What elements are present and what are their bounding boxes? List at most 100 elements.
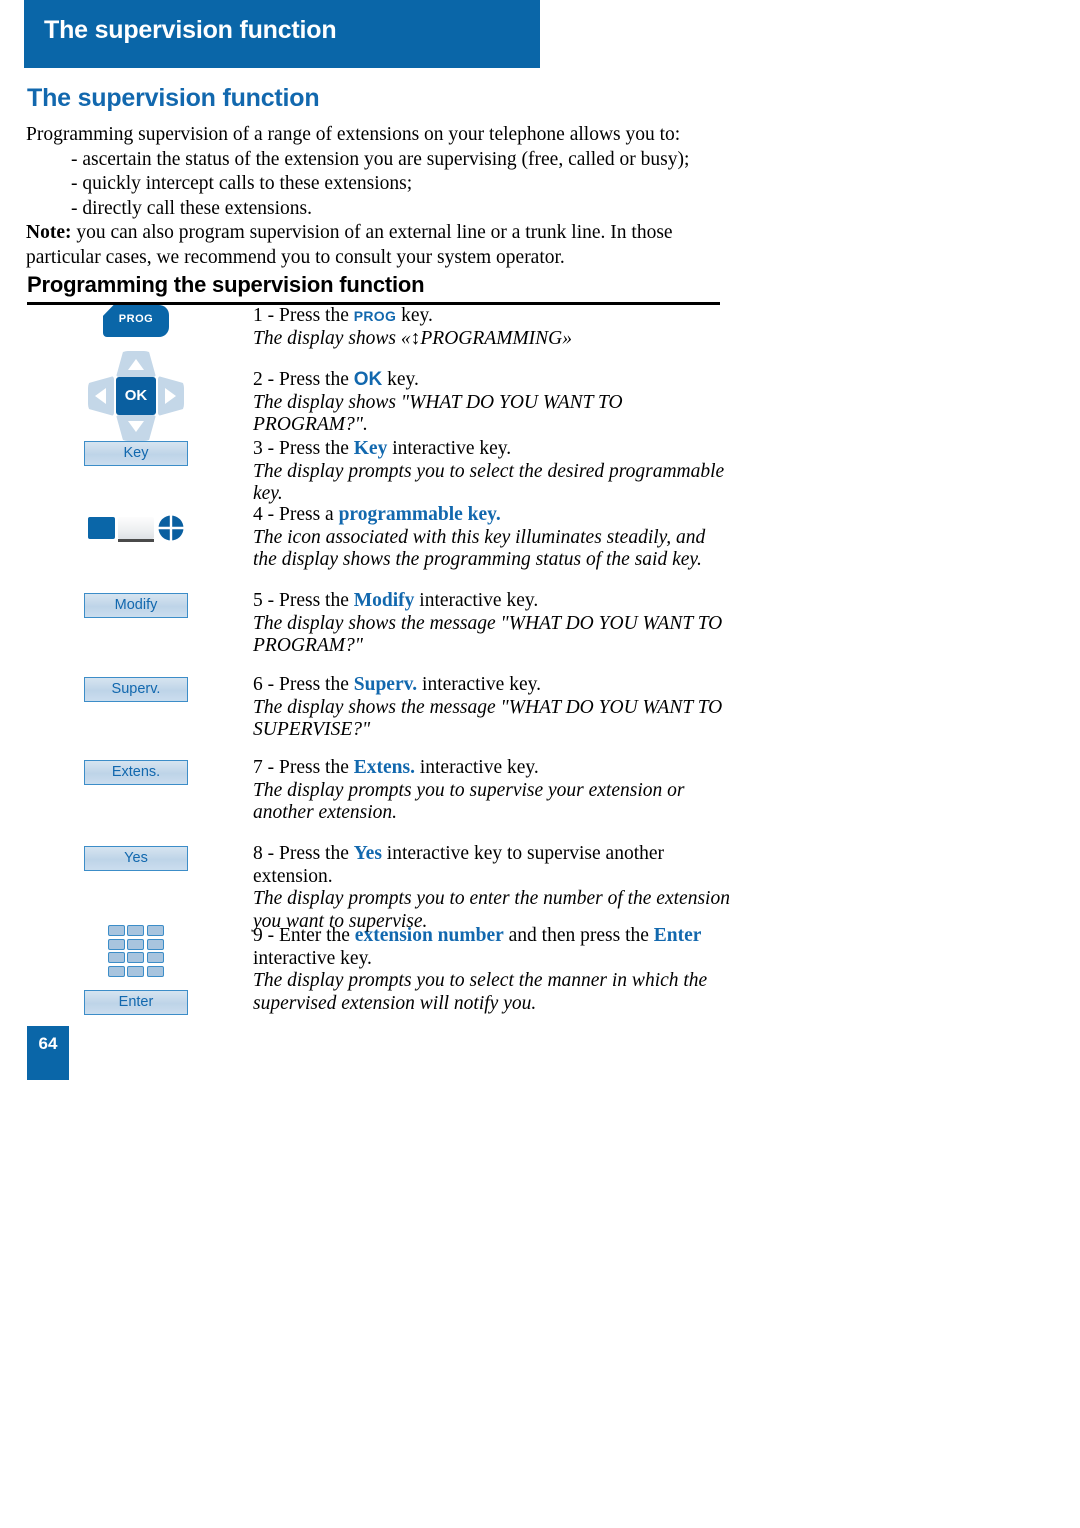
- step-8-visual: Yes: [66, 846, 206, 871]
- step-3-after: interactive key.: [387, 438, 512, 459]
- keypad-cell: [146, 925, 164, 936]
- step-2-text: 2 - Press the OK key. The display shows …: [253, 369, 733, 437]
- step-3-visual: Key: [66, 441, 206, 466]
- step-5-after: interactive key.: [414, 590, 539, 611]
- step-4-num: 4 - Press a: [253, 504, 339, 525]
- step-1-text: 1 - Press the PROG key. The display show…: [253, 305, 733, 350]
- step-5-visual: Modify: [66, 593, 206, 618]
- navigator-pad[interactable]: OK: [88, 351, 184, 441]
- softkey-key[interactable]: Key: [84, 441, 188, 466]
- step-1-visual: PROG: [66, 305, 206, 342]
- softkey-modify[interactable]: Modify: [84, 593, 188, 618]
- note-label: Note:: [26, 222, 72, 243]
- step-2-num: 2 - Press the: [253, 369, 354, 390]
- step-8-text: 8 - Press the Yes interactive key to sup…: [253, 843, 745, 933]
- step-6-after: interactive key.: [417, 674, 541, 695]
- quartered-circle-icon: [158, 515, 184, 541]
- programmable-key-icon[interactable]: [88, 514, 184, 548]
- step-7-text: 7 - Press the Extens. interactive key. T…: [253, 757, 733, 825]
- arrow-right-icon: [165, 388, 176, 404]
- step-6-num: 6 - Press the: [253, 674, 354, 695]
- step-6-instruction: 6 - Press the Superv. interactive key.: [253, 674, 733, 697]
- step-5-instruction: 5 - Press the Modify interactive key.: [253, 590, 733, 613]
- step-7-visual: Extens.: [66, 760, 206, 785]
- step-7-num: 7 - Press the: [253, 757, 354, 778]
- section-heading: Programming the supervision function: [27, 272, 425, 297]
- step-6-description: The display shows the message "WHAT DO Y…: [253, 696, 728, 741]
- softkey-extens[interactable]: Extens.: [84, 760, 188, 785]
- step-3-instruction: 3 - Press the Key interactive key.: [253, 438, 733, 461]
- step-4-keyword: programmable key.: [338, 504, 501, 525]
- softkey-superv[interactable]: Superv.: [84, 677, 188, 702]
- step-8-keyword: Yes: [353, 843, 382, 864]
- step-5-text: 5 - Press the Modify interactive key. Th…: [253, 590, 733, 658]
- softkey-yes[interactable]: Yes: [84, 846, 188, 871]
- step-7-description: The display prompts you to supervise you…: [253, 779, 690, 824]
- intro-block: Programming supervision of a range of ex…: [26, 123, 746, 270]
- step-2-description: The display shows "WHAT DO YOU WANT TO P…: [253, 391, 628, 436]
- step-9-after: and then press the: [503, 925, 654, 946]
- step-5-num: 5 - Press the: [253, 590, 354, 611]
- keypad-cell: [146, 965, 164, 977]
- step-1-description: The display shows «↕PROGRAMMING»: [253, 327, 573, 349]
- prog-key-label: PROG: [118, 313, 154, 325]
- step-7-keyword: Extens.: [353, 757, 415, 778]
- step-4-visual: [66, 514, 206, 548]
- note-text: you can also program supervision of an e…: [26, 222, 673, 268]
- keypad-cell: [107, 965, 125, 977]
- ok-button[interactable]: OK: [116, 377, 156, 415]
- keypad-cell: [107, 925, 125, 936]
- step-4-instruction: 4 - Press a programmable key.: [253, 504, 733, 527]
- arrow-left-icon: [95, 388, 106, 404]
- keypad-cell: [127, 952, 144, 963]
- step-1-num: 1 - Press the: [253, 305, 354, 326]
- step-9-text: 9 - Enter the extension number and then …: [253, 925, 723, 1015]
- keypad-cell: [107, 938, 125, 950]
- step-6-text: 6 - Press the Superv. interactive key. T…: [253, 674, 733, 742]
- keypad-cell: [146, 938, 164, 950]
- step-9-visual: Enter: [66, 925, 206, 1015]
- step-2-instruction: 2 - Press the OK key.: [253, 369, 733, 392]
- step-9-instruction: 9 - Enter the extension number and then …: [253, 925, 723, 970]
- step-9-description: The display prompts you to select the ma…: [253, 970, 713, 1014]
- step-3-num: 3 - Press the: [253, 438, 354, 459]
- step-6-keyword: Superv.: [353, 674, 418, 695]
- step-1-keyword: PROG: [353, 308, 397, 324]
- step-7-after: interactive key.: [414, 757, 539, 778]
- arrow-down-icon: [128, 421, 144, 432]
- prog-hardware-key[interactable]: PROG: [103, 305, 169, 337]
- keypad-cell: [107, 952, 125, 963]
- numeric-keypad-icon[interactable]: [107, 925, 165, 977]
- step-2-keyword: OK: [353, 369, 383, 390]
- keypad-cell: [146, 952, 164, 963]
- intro-bullet-2: - quickly intercept calls to these exten…: [71, 173, 413, 194]
- intro-note: Note: you can also program supervision o…: [26, 221, 746, 270]
- keypad-cell: [127, 938, 144, 950]
- step-5-description: The display shows the message "WHAT DO Y…: [253, 612, 728, 657]
- key-underline: [118, 539, 154, 542]
- step-4-text: 4 - Press a programmable key. The icon a…: [253, 504, 733, 572]
- step-3-text: 3 - Press the Key interactive key. The d…: [253, 438, 733, 506]
- step-2-after: key.: [382, 369, 419, 390]
- step-8-instruction: 8 - Press the Yes interactive key to sup…: [253, 843, 745, 888]
- softkey-enter[interactable]: Enter: [84, 989, 188, 1015]
- step-1-instruction: 1 - Press the PROG key.: [253, 305, 733, 328]
- step-1-after: key.: [396, 305, 433, 326]
- header-bar-title: The supervision function: [44, 16, 337, 44]
- step-6-visual: Superv.: [66, 677, 206, 702]
- arrow-up-icon: [128, 359, 144, 370]
- header-bar: The supervision function: [24, 0, 540, 68]
- intro-lead: Programming supervision of a range of ex…: [26, 124, 681, 145]
- page-number-badge: 64: [27, 1026, 69, 1080]
- key-lamp-icon: [88, 517, 115, 539]
- keypad-cell: [127, 965, 144, 977]
- intro-bullet-3: - directly call these extensions.: [71, 197, 312, 219]
- step-2-visual: OK: [66, 351, 206, 441]
- step-5-keyword: Modify: [353, 590, 415, 611]
- page-title: The supervision function: [27, 84, 320, 112]
- ok-button-label: OK: [124, 387, 148, 404]
- step-9-keyword-2: Enter: [653, 925, 702, 946]
- step-4-description: The icon associated with this key illumi…: [253, 526, 711, 571]
- step-7-instruction: 7 - Press the Extens. interactive key.: [253, 757, 733, 780]
- step-9-keyword: extension number: [354, 925, 504, 946]
